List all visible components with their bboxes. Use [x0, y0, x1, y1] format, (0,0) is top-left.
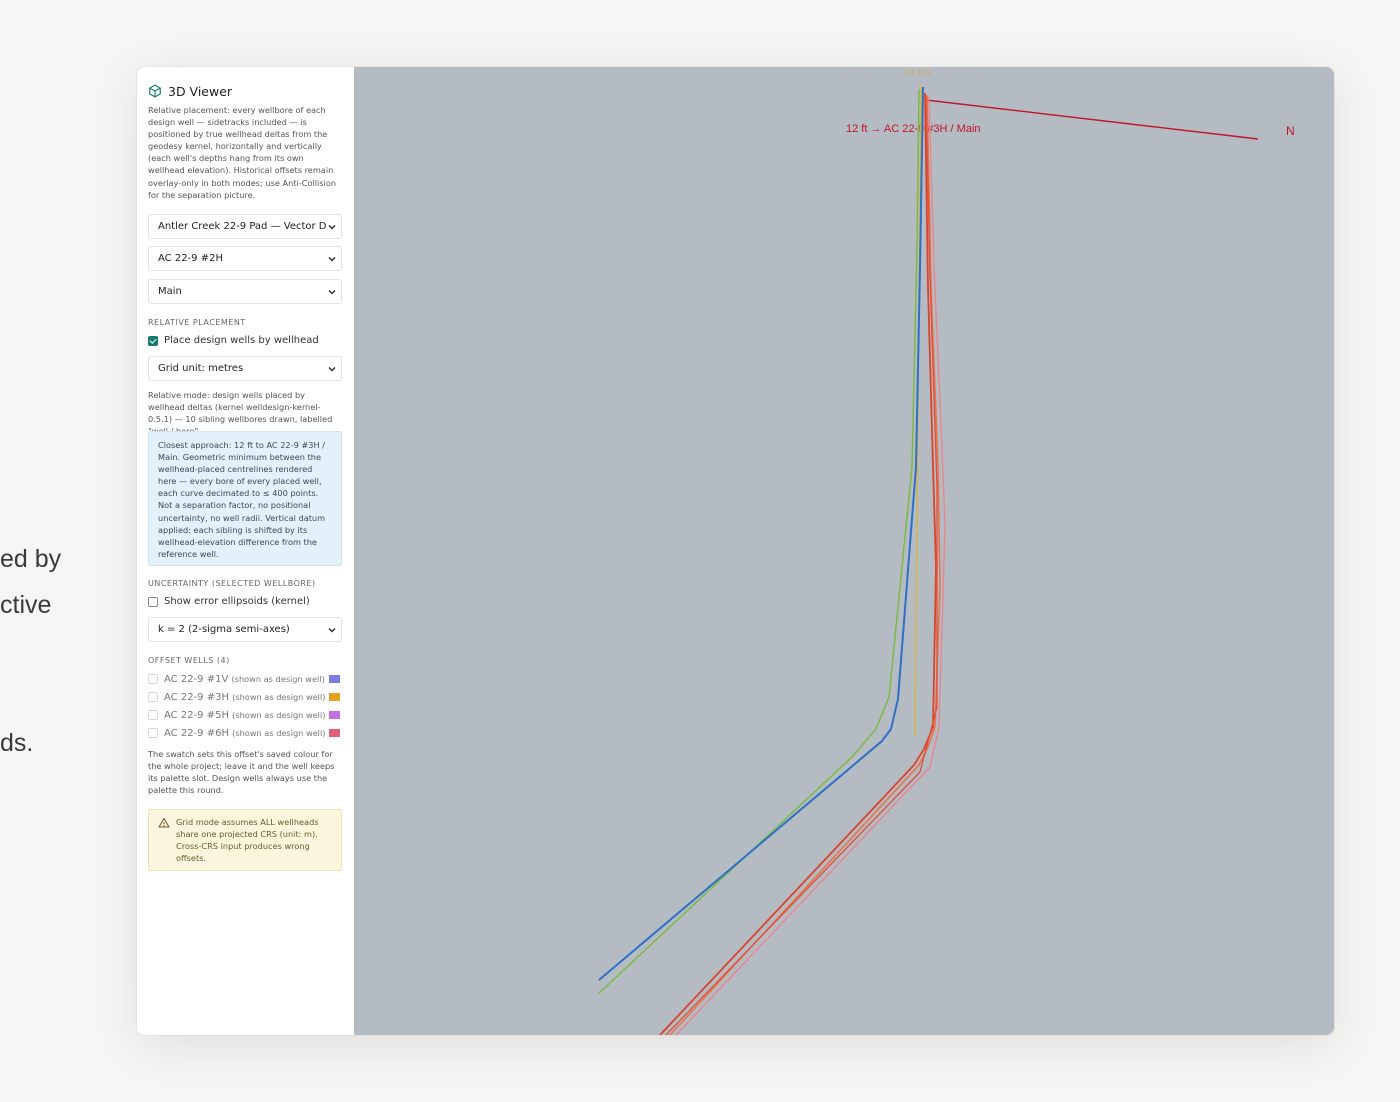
north-label: N [1286, 124, 1295, 138]
title-row: 3D Viewer [148, 82, 342, 100]
wellbore-path-green[interactable] [597, 88, 920, 995]
axis-label-faint: · · · · · · [938, 68, 972, 79]
wellbore-path-orange[interactable] [669, 94, 941, 1035]
sigma-select[interactable]: k = 2 (2-sigma semi-axes) [148, 617, 342, 642]
offset-well-note: (shown as design well) [232, 709, 326, 720]
sigma-select-value: k = 2 (2-sigma semi-axes) [158, 624, 290, 635]
well-select[interactable]: AC 22-9 #2H [148, 246, 342, 271]
color-swatch[interactable] [329, 729, 340, 737]
offset-well-name: AC 22-9 #3H [164, 691, 229, 703]
offset-well-note: (shown as design well) [232, 691, 326, 702]
offset-well-checkbox[interactable] [148, 710, 158, 720]
wellbore-path-red-2[interactable] [665, 96, 938, 1035]
plan-label: PLAN [905, 68, 931, 79]
ellipsoid-label: Show error ellipsoids (kernel) [164, 596, 310, 607]
closest-approach-info: Closest approach: 12 ft to AC 22-9 #3H /… [148, 431, 342, 566]
offset-well-name: AC 22-9 #5H [164, 709, 229, 721]
color-swatch[interactable] [329, 711, 340, 719]
sidebar: 3D Viewer Relative placement: every well… [137, 67, 354, 1035]
bore-select-value: Main [158, 286, 182, 297]
project-select[interactable]: Antler Creek 22-9 Pad — Vector Dir [148, 214, 342, 239]
grid-unit-select-value: Grid unit: metres [158, 363, 244, 374]
offset-well-row[interactable]: AC 22-9 #5H (shown as design well) [148, 706, 342, 724]
place-wells-row[interactable]: Place design wells by wellhead [148, 335, 342, 346]
page-title: 3D Viewer [168, 83, 233, 99]
project-select-value: Antler Creek 22-9 Pad — Vector Dir [158, 221, 327, 232]
color-swatch[interactable] [329, 675, 340, 683]
viewer-description: Relative placement: every wellbore of ea… [148, 105, 337, 200]
well-trajectory-canvas[interactable]: · · · · · PLAN · · · · · · N 12 ft → AC … [354, 67, 1334, 1035]
bore-select[interactable]: Main [148, 279, 342, 304]
wellbore-path-pink[interactable] [675, 96, 946, 1035]
background-text-3: ds. [0, 729, 34, 757]
ellipsoid-checkbox[interactable] [148, 596, 158, 607]
place-wells-checkbox[interactable] [148, 335, 158, 346]
offset-wells-list: AC 22-9 #1V (shown as design well) AC 22… [148, 670, 342, 742]
grid-warning-text: Grid mode assumes ALL wellheads share on… [176, 817, 319, 864]
chevron-down-icon [328, 627, 336, 633]
offset-wells-heading: OFFSET WELLS (4) [148, 656, 230, 665]
place-wells-label: Place design wells by wellhead [164, 335, 319, 346]
cube-icon [149, 84, 161, 98]
offset-well-row[interactable]: AC 22-9 #3H (shown as design well) [148, 688, 342, 706]
grid-warning: Grid mode assumes ALL wellheads share on… [148, 809, 342, 871]
chevron-down-icon [328, 366, 336, 372]
offset-well-checkbox[interactable] [148, 728, 158, 738]
offset-well-row[interactable]: AC 22-9 #1V (shown as design well) [148, 670, 342, 688]
relative-placement-heading: RELATIVE PLACEMENT [148, 318, 246, 327]
chevron-down-icon [328, 224, 336, 230]
well-select-value: AC 22-9 #2H [158, 253, 223, 264]
wellbore-path-blue[interactable] [598, 86, 924, 981]
uncertainty-heading: UNCERTAINTY (SELECTED WELLBORE) [148, 579, 316, 588]
offset-well-note: (shown as design well) [231, 673, 325, 684]
chevron-down-icon [328, 289, 336, 295]
offset-well-note: (shown as design well) [232, 727, 326, 738]
swatch-note: The swatch sets this offset's saved colo… [148, 749, 335, 796]
axis-label-faint: · · · · · [848, 68, 876, 79]
offset-well-name: AC 22-9 #6H [164, 727, 229, 739]
chevron-down-icon [328, 256, 336, 262]
closest-approach-label: 12 ft → AC 22-9 #3H / Main [846, 123, 981, 135]
background-text-2: ctive [0, 591, 52, 619]
offset-well-checkbox[interactable] [148, 692, 158, 702]
offset-well-name: AC 22-9 #1V [164, 673, 229, 685]
background-text-1: ed by [0, 545, 62, 573]
warning-icon [158, 818, 170, 828]
offset-well-row[interactable]: AC 22-9 #6H (shown as design well) [148, 724, 342, 742]
color-swatch[interactable] [329, 693, 340, 701]
ellipsoid-row[interactable]: Show error ellipsoids (kernel) [148, 596, 342, 607]
grid-unit-select[interactable]: Grid unit: metres [148, 356, 342, 381]
3d-viewport[interactable]: · · · · · PLAN · · · · · · N 12 ft → AC … [354, 67, 1334, 1035]
offset-well-checkbox[interactable] [148, 674, 158, 684]
viewer-card: 3D Viewer Relative placement: every well… [137, 67, 1334, 1035]
